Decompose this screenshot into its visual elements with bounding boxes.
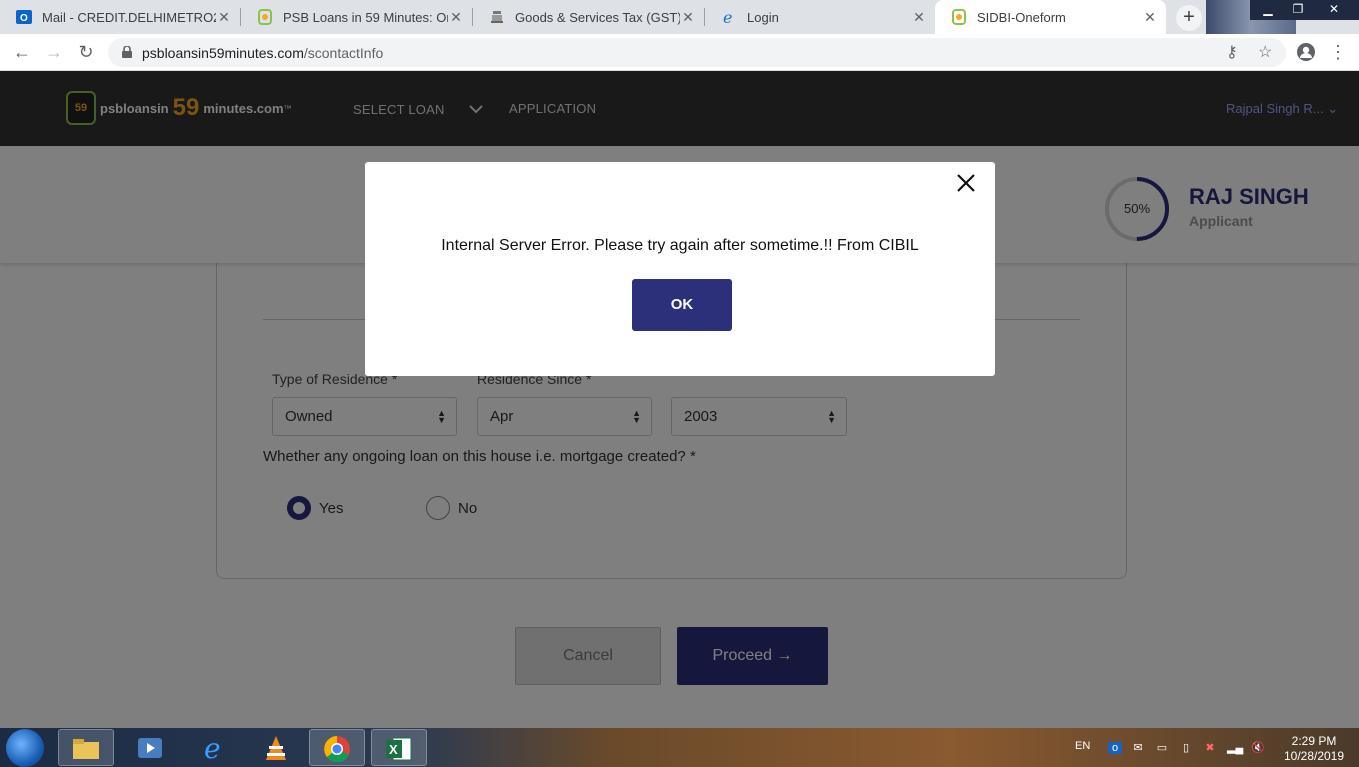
svg-text:X: X [389, 742, 398, 757]
svg-text:e: e [204, 733, 221, 763]
url-text: psbloansin59minutes.com/scontactInfo [142, 45, 384, 61]
close-icon[interactable]: ✕ [1142, 9, 1158, 26]
lock-icon [122, 46, 132, 58]
window-controls: ▁ ❐ ✕ [1250, 0, 1359, 20]
svg-text:e: e [723, 9, 732, 25]
language-indicator[interactable]: EN [1075, 740, 1090, 752]
forward-icon[interactable]: → [42, 40, 66, 64]
key-icon[interactable]: ⚷ [1226, 42, 1238, 62]
minimize-icon[interactable]: ▁ [1253, 0, 1283, 20]
browser-toolbar: ← → ↻ psbloansin59minutes.com/scontactIn… [0, 34, 1359, 71]
media-player-icon[interactable] [122, 729, 178, 766]
svg-text:O: O [20, 13, 28, 24]
close-icon[interactable]: ✕ [216, 9, 232, 26]
address-bar[interactable]: psbloansin59minutes.com/scontactInfo ⚷ ☆ [108, 38, 1286, 67]
back-icon[interactable]: ← [10, 40, 34, 64]
windows-start-icon[interactable] [6, 729, 44, 767]
window-close-icon[interactable]: ✕ [1319, 0, 1349, 20]
chrome-icon[interactable] [309, 729, 365, 766]
menu-kebab-icon[interactable]: ⋮ [1326, 40, 1350, 64]
system-clock[interactable]: 2:29 PM 10/28/2019 [1272, 734, 1356, 764]
new-tab-button[interactable]: + [1176, 5, 1202, 31]
outlook-icon: O [16, 10, 32, 24]
psb-icon [952, 9, 966, 25]
excel-icon[interactable]: X [371, 729, 427, 766]
tab-sidbi-oneform[interactable]: SIDBI-Oneform ✕ [935, 0, 1166, 34]
reload-icon[interactable]: ↻ [74, 40, 98, 64]
signal-tray-icon[interactable]: ▂▄ [1227, 742, 1243, 754]
windows-taskbar: e X EN o ✉ ▭ ▯ ✖ ▂▄ 🔇 2:29 PM 10/28/2019 [0, 728, 1359, 767]
ok-button[interactable]: OK [632, 279, 732, 331]
usb-drive-tray-icon[interactable]: ▭ [1155, 742, 1169, 754]
star-icon[interactable]: ☆ [1258, 42, 1272, 62]
tab-psb-loans[interactable]: PSB Loans in 59 Minutes: Online ✕ [241, 0, 472, 34]
mail-tray-icon[interactable]: ✉ [1131, 742, 1145, 754]
volume-muted-tray-icon[interactable]: 🔇 [1251, 742, 1265, 754]
browser-tab-strip: O Mail - CREDIT.DELHIMETRO2 - Outlook ✕ … [0, 0, 1359, 34]
ie-icon: e [723, 9, 732, 25]
close-icon[interactable] [955, 172, 977, 194]
tab-gst[interactable]: Goods & Services Tax (GST) | Lo ✕ [473, 0, 704, 34]
close-icon[interactable]: ✕ [680, 9, 696, 26]
internet-explorer-icon[interactable]: e [186, 729, 242, 766]
tab-outlook-mail[interactable]: O Mail - CREDIT.DELHIMETRO2 - Outlook ✕ [0, 0, 240, 34]
psb-icon [258, 9, 272, 25]
error-message: Internal Server Error. Please try again … [441, 237, 919, 254]
restore-icon[interactable]: ❐ [1283, 0, 1313, 20]
tab-login[interactable]: e Login ✕ [705, 0, 935, 34]
error-dialog: Internal Server Error. Please try again … [365, 162, 995, 376]
profile-icon[interactable] [1296, 42, 1316, 62]
network-error-tray-icon[interactable]: ✖ [1203, 742, 1217, 754]
device-tray-icon[interactable]: ▯ [1179, 742, 1193, 754]
outlook-tray-icon[interactable]: o [1108, 742, 1122, 754]
emblem-icon [491, 11, 503, 23]
close-icon[interactable]: ✕ [448, 9, 464, 26]
close-icon[interactable]: ✕ [911, 9, 927, 26]
vlc-icon[interactable] [248, 729, 304, 766]
file-explorer-icon[interactable] [58, 729, 114, 766]
